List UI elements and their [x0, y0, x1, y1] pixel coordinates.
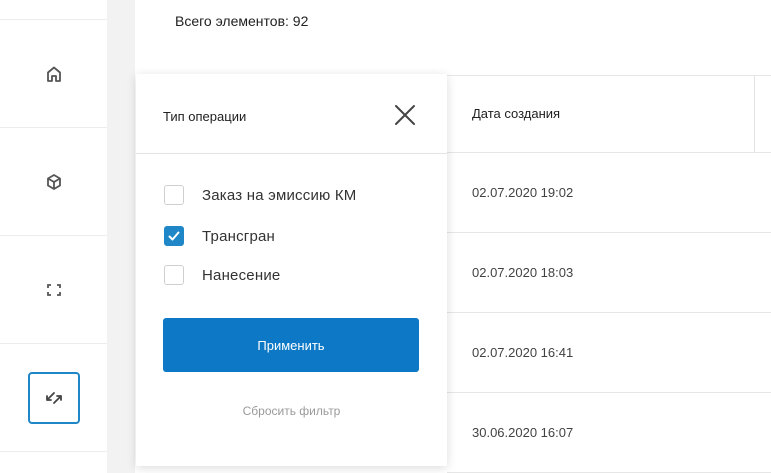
row-created-date: 02.07.2020 19:02: [472, 185, 574, 200]
sidebar-item-transfer[interactable]: [0, 344, 107, 452]
checkbox[interactable]: [164, 185, 184, 205]
close-button[interactable]: [392, 102, 418, 128]
checkbox[interactable]: [164, 265, 184, 285]
filter-option-application[interactable]: Нанесение: [164, 264, 280, 286]
filter-header: Тип операции: [136, 74, 447, 154]
table-row[interactable]: 30.06.2020 16:07: [447, 393, 771, 473]
table-row[interactable]: 02.07.2020 19:02: [447, 153, 771, 233]
cube-icon: [46, 173, 61, 190]
sidebar-item-products[interactable]: [0, 128, 107, 236]
sidebar-item-home[interactable]: [0, 19, 107, 128]
scan-frame-icon: [46, 283, 61, 296]
content-gutter: [107, 0, 135, 473]
row-created-date: 30.06.2020 16:07: [472, 425, 574, 440]
checkmark-icon: [168, 231, 180, 241]
sidebar: [0, 0, 107, 473]
filter-option-transgran[interactable]: Трансгран: [164, 225, 275, 247]
checkbox-checked[interactable]: [164, 226, 184, 246]
table-row[interactable]: 02.07.2020 16:41: [447, 313, 771, 393]
column-divider: [754, 75, 755, 153]
filter-option-label: Заказ на эмиссию КМ: [202, 186, 357, 204]
table-row[interactable]: 02.07.2020 18:03: [447, 233, 771, 313]
column-header-created-date[interactable]: Дата создания: [472, 106, 560, 121]
transfer-arrows-icon: [45, 391, 62, 404]
filter-option-emission-order[interactable]: Заказ на эмиссию КМ: [164, 184, 356, 206]
row-created-date: 02.07.2020 18:03: [472, 265, 574, 280]
row-created-date: 02.07.2020 16:41: [472, 345, 574, 360]
total-count: Всего элементов: 92: [175, 13, 309, 29]
filter-option-label: Нанесение: [202, 266, 281, 284]
sidebar-item-transfer-active[interactable]: [27, 371, 80, 424]
home-icon: [46, 66, 61, 82]
filter-title: Тип операции: [163, 109, 247, 124]
reset-filter-link[interactable]: Сбросить фильтр: [136, 404, 447, 418]
close-icon: [395, 105, 415, 125]
apply-button[interactable]: Применить: [163, 318, 419, 372]
sidebar-item-scan[interactable]: [0, 236, 107, 344]
operation-type-filter-popup: Тип операции Заказ на эмиссию КМ Трансгр…: [136, 74, 447, 466]
filter-option-label: Трансгран: [202, 227, 276, 245]
